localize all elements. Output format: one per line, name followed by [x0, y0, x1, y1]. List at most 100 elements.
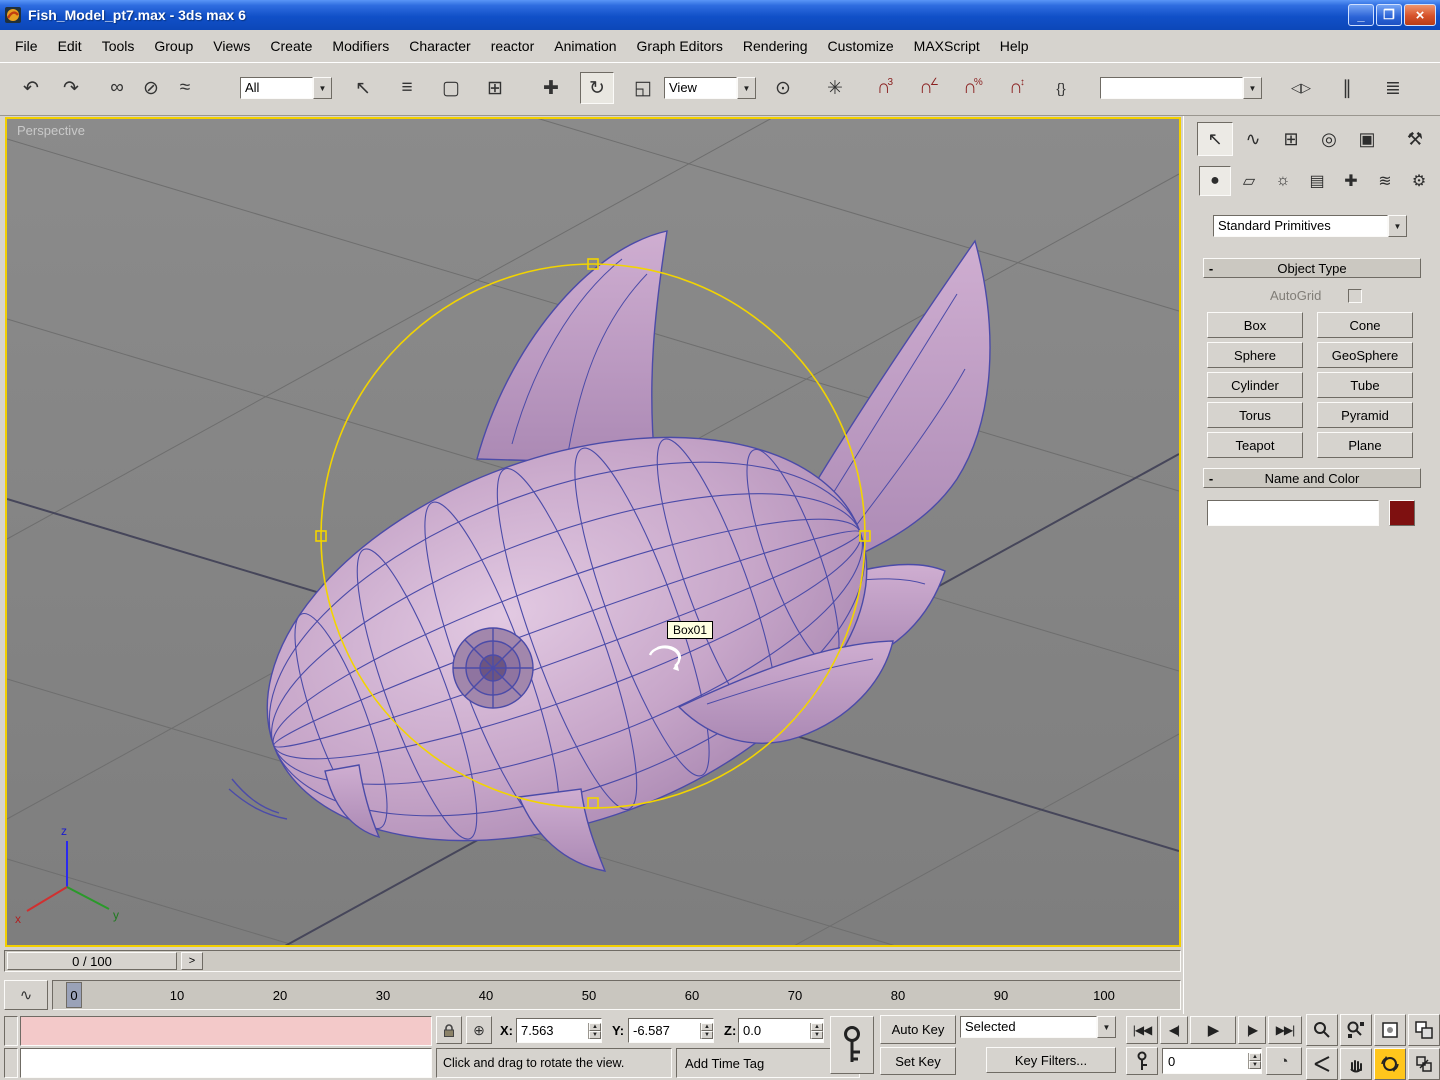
object-button-box[interactable]: Box [1207, 312, 1303, 338]
category-lights[interactable]: ☼ [1267, 166, 1299, 196]
maxscript-mini-listener-white[interactable] [20, 1048, 432, 1078]
close-button[interactable]: × [1404, 4, 1436, 26]
select-and-scale-button[interactable]: ◱ [626, 72, 660, 104]
primitives-category-dropdown[interactable]: Standard Primitives ▼ [1213, 215, 1407, 237]
select-and-move-button[interactable]: ✚ [534, 72, 568, 104]
menu-character[interactable]: Character [400, 35, 479, 57]
minimize-button[interactable]: _ [1348, 4, 1374, 26]
next-frame-button[interactable]: |▶ [1238, 1016, 1266, 1044]
track-bar-ruler[interactable]: 0 10 20 30 40 50 60 70 80 90 100 [52, 980, 1181, 1010]
menu-tools[interactable]: Tools [93, 35, 144, 57]
redo-button[interactable]: ↷ [54, 72, 88, 104]
maxscript-mini-listener-pink[interactable] [20, 1016, 432, 1046]
previous-frame-button[interactable]: ◀| [1160, 1016, 1188, 1044]
chevron-down-icon[interactable]: ▼ [313, 77, 332, 99]
angle-snap-button[interactable]: ∩ ∠ [912, 72, 946, 104]
spinner-up-icon[interactable]: ▲ [1249, 1053, 1261, 1061]
tab-create[interactable]: ↖ [1197, 122, 1233, 156]
zoom-all-button[interactable] [1340, 1014, 1372, 1046]
window-crossing-button[interactable]: ⊞ [478, 72, 512, 104]
current-frame-field[interactable]: 0 ▲ ▼ [1162, 1048, 1262, 1074]
category-systems[interactable]: ⚙ [1403, 166, 1435, 196]
autogrid-checkbox[interactable] [1348, 289, 1362, 303]
object-button-sphere[interactable]: Sphere [1207, 342, 1303, 368]
select-and-manipulate-button[interactable]: ✳ [818, 72, 852, 104]
category-cameras[interactable]: ▤ [1301, 166, 1333, 196]
menu-help[interactable]: Help [991, 35, 1038, 57]
object-button-plane[interactable]: Plane [1317, 432, 1413, 458]
go-to-end-button[interactable]: ▶▶| [1268, 1016, 1302, 1044]
menu-graph-editors[interactable]: Graph Editors [628, 35, 732, 57]
category-shapes[interactable]: ▱ [1233, 166, 1265, 196]
zoom-extents-button[interactable] [1374, 1014, 1406, 1046]
selection-filter-dropdown[interactable]: All ▼ [240, 77, 332, 99]
arc-rotate-button[interactable] [1374, 1048, 1406, 1080]
select-and-link-button[interactable]: ∞ [100, 72, 134, 104]
listener-gutter-top[interactable] [4, 1016, 18, 1046]
listener-gutter-bottom[interactable] [4, 1048, 18, 1078]
key-mode-toggle[interactable] [1126, 1047, 1158, 1075]
object-color-swatch[interactable] [1389, 500, 1415, 526]
unlink-selection-button[interactable]: ⊘ [134, 72, 168, 104]
viewport-label[interactable]: Perspective [17, 123, 85, 138]
auto-key-button[interactable]: Auto Key [880, 1015, 956, 1044]
menu-modifiers[interactable]: Modifiers [323, 35, 398, 57]
set-keys-button[interactable] [830, 1016, 874, 1074]
z-coordinate-field[interactable]: 0.0 ▲ ▼ [738, 1018, 824, 1043]
go-to-start-button[interactable]: |◀◀ [1126, 1016, 1158, 1044]
collapse-icon[interactable]: - [1204, 471, 1218, 486]
menu-group[interactable]: Group [145, 35, 202, 57]
spinner-up-icon[interactable]: ▲ [589, 1022, 601, 1031]
time-configuration-button[interactable]: ◔ [1266, 1047, 1302, 1075]
selection-set-dropdown[interactable]: Selected ▼ [960, 1016, 1116, 1038]
field-of-view-button[interactable] [1306, 1048, 1338, 1080]
y-coordinate-field[interactable]: -6.587 ▲ ▼ [628, 1018, 714, 1043]
spinner-down-icon[interactable]: ▼ [1249, 1061, 1261, 1069]
object-button-tube[interactable]: Tube [1317, 372, 1413, 398]
set-key-button[interactable]: Set Key [880, 1047, 956, 1075]
object-type-rollout-header[interactable]: - Object Type [1203, 258, 1421, 278]
rectangular-selection-button[interactable]: ▢ [434, 72, 468, 104]
x-coordinate-field[interactable]: 7.563 ▲ ▼ [516, 1018, 602, 1043]
selection-lock-toggle[interactable] [436, 1016, 462, 1044]
menu-edit[interactable]: Edit [49, 35, 91, 57]
chevron-down-icon[interactable]: ▼ [737, 77, 756, 99]
category-helpers[interactable]: ✚ [1335, 166, 1367, 196]
object-button-cone[interactable]: Cone [1317, 312, 1413, 338]
open-mini-curve-editor-button[interactable]: ∿ [4, 980, 48, 1010]
name-color-rollout-header[interactable]: - Name and Color [1203, 468, 1421, 488]
object-button-pyramid[interactable]: Pyramid [1317, 402, 1413, 428]
menu-customize[interactable]: Customize [819, 35, 903, 57]
play-button[interactable]: ▶ [1190, 1016, 1236, 1044]
object-button-torus[interactable]: Torus [1207, 402, 1303, 428]
undo-button[interactable]: ↶ [14, 72, 48, 104]
next-frame-arrow-button[interactable]: > [181, 952, 203, 970]
tab-motion[interactable]: ◎ [1311, 122, 1347, 156]
select-and-rotate-button[interactable]: ↻ [580, 72, 614, 104]
named-selection-dropdown[interactable]: ▼ [1100, 77, 1262, 99]
percent-snap-button[interactable]: ∩ % [956, 72, 990, 104]
title-bar[interactable]: Fish_Model_pt7.max - 3ds max 6 _ ❐ × [0, 0, 1440, 30]
key-filters-button[interactable]: Key Filters... [986, 1047, 1116, 1073]
menu-create[interactable]: Create [261, 35, 321, 57]
menu-file[interactable]: File [6, 35, 47, 57]
spinner-up-icon[interactable]: ▲ [811, 1022, 823, 1031]
viewport-canvas[interactable]: z x y [7, 119, 1179, 945]
align-button[interactable]: ∥ [1330, 72, 1364, 104]
reference-coordinate-dropdown[interactable]: View ▼ [664, 77, 756, 99]
snap-toggle-3d-button[interactable]: ∩ 3 [868, 72, 902, 104]
spinner-down-icon[interactable]: ▼ [589, 1030, 601, 1039]
spinner-snap-button[interactable]: ∩ ↕ [1000, 72, 1034, 104]
tab-hierarchy[interactable]: ⊞ [1273, 122, 1309, 156]
collapse-icon[interactable]: - [1204, 261, 1218, 276]
object-name-input[interactable] [1207, 500, 1379, 526]
menu-reactor[interactable]: reactor [482, 35, 544, 57]
tab-display[interactable]: ▣ [1349, 122, 1385, 156]
absolute-offset-toggle[interactable]: ⊕ [466, 1016, 492, 1044]
mirror-button[interactable]: ◁▷ [1284, 72, 1318, 104]
zoom-button[interactable] [1306, 1014, 1338, 1046]
menu-animation[interactable]: Animation [545, 35, 625, 57]
object-button-teapot[interactable]: Teapot [1207, 432, 1303, 458]
edit-named-selections-button[interactable]: {} [1044, 72, 1078, 104]
menu-maxscript[interactable]: MAXScript [905, 35, 989, 57]
